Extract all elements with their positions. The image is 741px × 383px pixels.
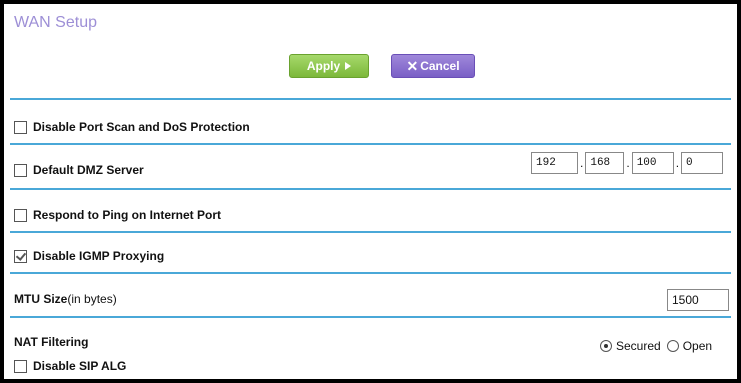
divider — [10, 272, 731, 274]
nat-secured-label: Secured — [616, 339, 661, 353]
wan-setup-panel: WAN Setup Apply ✕ Cancel Disable Port Sc… — [0, 0, 741, 383]
ip-dot-separator: . — [675, 156, 680, 170]
sip-alg-label: Disable SIP ALG — [33, 359, 127, 373]
sip-alg-checkbox[interactable] — [14, 359, 27, 373]
dmz-label: Default DMZ Server — [33, 163, 144, 177]
ping-row: Respond to Ping on Internet Port — [14, 208, 221, 222]
play-arrow-icon — [345, 62, 352, 70]
divider — [10, 231, 731, 233]
cancel-button-label: Cancel — [420, 59, 460, 73]
mtu-row: MTU Size (in bytes) — [14, 292, 117, 306]
nat-open-radio[interactable] — [666, 340, 679, 352]
close-icon: ✕ — [406, 57, 419, 74]
port-scan-row: Disable Port Scan and DoS Protection — [14, 120, 250, 134]
cancel-button[interactable]: ✕ Cancel — [391, 54, 475, 78]
sip-alg-row: Disable SIP ALG — [14, 359, 126, 373]
nat-filtering-label: NAT Filtering — [14, 335, 89, 349]
dmz-ip-octet-4[interactable]: 0 — [681, 152, 724, 174]
igmp-checkbox[interactable] — [14, 249, 27, 263]
igmp-row: Disable IGMP Proxying — [14, 249, 164, 263]
dmz-ip-octet-3[interactable]: 100 — [631, 152, 674, 174]
ping-checkbox[interactable] — [14, 208, 27, 222]
ip-dot-separator: . — [580, 156, 584, 170]
dmz-row: Default DMZ Server — [14, 163, 144, 177]
mtu-size-input[interactable]: 1500 — [667, 289, 729, 311]
divider — [10, 188, 731, 190]
nat-filtering-radio-group: Secured Open — [600, 339, 712, 353]
mtu-label: MTU Size — [14, 292, 68, 306]
dmz-checkbox[interactable] — [14, 163, 27, 177]
port-scan-checkbox[interactable] — [14, 120, 27, 134]
ip-dot-separator: . — [626, 156, 630, 170]
apply-button-label: Apply — [306, 59, 341, 73]
nat-row: NAT Filtering — [14, 335, 88, 349]
dmz-ip-octet-1[interactable]: 192 — [531, 152, 578, 174]
apply-button[interactable]: Apply — [289, 54, 369, 78]
ping-label: Respond to Ping on Internet Port — [33, 208, 221, 222]
nat-open-label: Open — [682, 339, 713, 353]
divider — [10, 98, 731, 100]
divider — [10, 143, 731, 145]
dmz-ip-octet-2[interactable]: 168 — [585, 152, 625, 174]
igmp-label: Disable IGMP Proxying — [33, 249, 165, 263]
dmz-ip-input-group: 192 . 168 . 100 . 0 — [531, 152, 724, 174]
divider — [10, 316, 731, 318]
page-title: WAN Setup — [14, 14, 97, 31]
nat-secured-radio[interactable] — [600, 340, 612, 352]
mtu-unit-label: (in bytes) — [67, 292, 117, 306]
port-scan-label: Disable Port Scan and DoS Protection — [33, 120, 250, 134]
